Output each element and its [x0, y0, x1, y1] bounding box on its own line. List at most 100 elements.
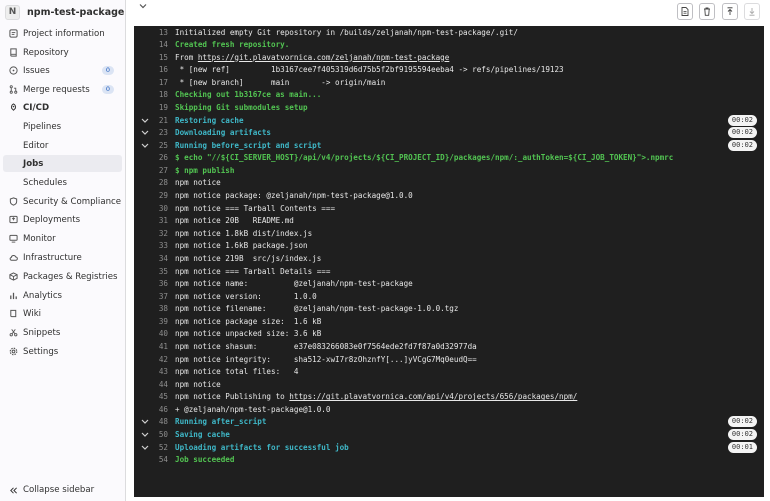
sidebar-item-jobs[interactable]: Jobs — [3, 155, 122, 172]
log-section-header[interactable]: 50 Saving cache 00:02 — [134, 429, 764, 442]
log-line-number[interactable]: 18 — [148, 89, 168, 102]
section-duration-badge: 00:02 — [727, 114, 757, 126]
log-link[interactable]: https://git.plavatvornica.com/api/v4/pro… — [289, 392, 577, 401]
sidebar-item-label: Security & Compliance — [23, 196, 122, 207]
sidebar-item-deployments[interactable]: Deployments — [3, 211, 122, 228]
log-section-header[interactable]: 52 Uploading artifacts for successful job… — [134, 441, 764, 455]
sidebar-item-pipelines[interactable]: Pipelines — [3, 118, 122, 135]
log-line-number[interactable]: 42 — [148, 354, 168, 367]
log-line-text: * [new branch] main -> origin/main — [175, 77, 386, 87]
chart-icon — [9, 291, 18, 300]
sidebar-item-monitor[interactable]: Monitor — [3, 230, 122, 247]
sidebar-item-infrastructure[interactable]: Infrastructure — [3, 249, 122, 266]
cloud-icon — [9, 253, 18, 262]
log-line-text: npm notice 20B README.md — [175, 216, 294, 226]
section-duration-badge: 00:02 — [727, 416, 757, 428]
erase-log-button[interactable] — [699, 3, 715, 20]
log-line: 40 npm notice unpacked size: 3.6 kB — [134, 328, 764, 341]
log-line-number[interactable]: 45 — [148, 391, 168, 404]
log-line: 54 Job succeeded — [134, 454, 764, 467]
log-line-number[interactable]: 48 — [148, 416, 168, 429]
section-duration-badge: 00:02 — [727, 139, 757, 151]
trash-icon — [704, 7, 710, 16]
sidebar-item-label: Snippets — [23, 327, 61, 338]
log-line-number[interactable]: 21 — [148, 115, 168, 128]
log-line-number[interactable]: 17 — [148, 77, 168, 90]
sidebar-item-snippets[interactable]: Snippets — [3, 324, 122, 341]
log-line-number[interactable]: 41 — [148, 341, 168, 354]
log-line: 33 npm notice 1.6kB package.json — [134, 240, 764, 253]
log-line-number[interactable]: 36 — [148, 278, 168, 291]
log-line: 39 npm notice package size: 1.6 kB — [134, 316, 764, 329]
section-duration-badge: 00:02 — [727, 429, 757, 441]
sidebar-item-merge-requests[interactable]: Merge requests 0 — [3, 81, 122, 98]
sidebar-item-label: Settings — [23, 346, 59, 357]
sidebar-item-label: Issues — [23, 65, 50, 76]
collapse-sidebar-button[interactable]: Collapse sidebar — [9, 485, 94, 495]
log-line-text: Initialized empty Git repository in /bui… — [175, 27, 518, 37]
chevron-down-icon[interactable] — [138, 1, 148, 11]
log-line-number[interactable]: 14 — [148, 39, 168, 52]
job-log: 13 Initialized empty Git repository in /b… — [134, 26, 764, 497]
log-line: 28 npm notice — [134, 177, 764, 190]
sidebar-item-security-compliance[interactable]: Security & Compliance — [3, 193, 122, 210]
log-line-number[interactable]: 29 — [148, 190, 168, 203]
sidebar-item-label: Infrastructure — [23, 252, 82, 263]
log-line-number[interactable]: 23 — [148, 127, 168, 140]
log-line-number[interactable]: 26 — [148, 152, 168, 165]
shield-icon — [9, 197, 18, 206]
log-line-number[interactable]: 40 — [148, 328, 168, 341]
log-line: 41 npm notice shasum: e37e083266083e0f756… — [134, 341, 764, 354]
log-line-number[interactable]: 27 — [148, 165, 168, 178]
log-line: 29 npm notice package: @zeljanah/npm-test… — [134, 190, 764, 203]
sidebar-item-analytics[interactable]: Analytics — [3, 287, 122, 304]
sidebar-item-editor[interactable]: Editor — [3, 137, 122, 154]
log-section-header[interactable]: 21 Restoring cache 00:02 — [134, 114, 764, 128]
log-line-number[interactable]: 33 — [148, 240, 168, 253]
sidebar-item-packages-registries[interactable]: Packages & Registries — [3, 268, 122, 285]
sidebar-item-ci-cd[interactable]: CI/CD — [3, 99, 122, 116]
log-line-number[interactable]: 34 — [148, 253, 168, 266]
log-line-number[interactable]: 16 — [148, 64, 168, 77]
log-line-text: $ npm publish — [175, 165, 235, 175]
log-line-number[interactable]: 54 — [148, 454, 168, 467]
sidebar-item-issues[interactable]: Issues 0 — [3, 62, 122, 79]
log-line-number[interactable]: 38 — [148, 303, 168, 316]
sidebar-item-project-information[interactable]: Project information — [3, 25, 122, 42]
scroll-to-bottom-button[interactable] — [744, 3, 760, 20]
log-line-number[interactable]: 43 — [148, 366, 168, 379]
log-line-number[interactable]: 31 — [148, 215, 168, 228]
sidebar-item-settings[interactable]: Settings — [3, 343, 122, 360]
sidebar-item-repository[interactable]: Repository — [3, 44, 122, 61]
log-line-text: Saving cache — [175, 430, 230, 440]
log-line-number[interactable]: 52 — [148, 442, 168, 455]
log-line: 32 npm notice 1.8kB dist/index.js — [134, 228, 764, 241]
log-line-text: npm notice version: 1.0.0 — [175, 291, 317, 301]
log-line: 26 $ echo "//${CI_SERVER_HOST}/api/v4/pro… — [134, 152, 764, 165]
log-line-number[interactable]: 37 — [148, 291, 168, 304]
log-line-number[interactable]: 13 — [148, 27, 168, 40]
log-section-header[interactable]: 48 Running after_script 00:02 — [134, 416, 764, 429]
log-text-prefix: From — [175, 52, 198, 62]
log-section-header[interactable]: 23 Downloading artifacts 00:02 — [134, 127, 764, 140]
sidebar-item-schedules[interactable]: Schedules — [3, 174, 122, 191]
log-line-number[interactable]: 46 — [148, 404, 168, 417]
log-line-number[interactable]: 28 — [148, 177, 168, 190]
log-section-header[interactable]: 25 Running before_script and script 00:02 — [134, 139, 764, 153]
log-line-number[interactable]: 30 — [148, 203, 168, 216]
scroll-to-top-button[interactable] — [722, 3, 738, 20]
log-line-number[interactable]: 35 — [148, 266, 168, 279]
project-header[interactable]: N npm-test-package — [5, 4, 124, 20]
log-line-text: + @zeljanah/npm-test-package@1.0.0 — [175, 404, 331, 414]
log-line-number[interactable]: 44 — [148, 379, 168, 392]
scroll-bottom-icon — [749, 8, 755, 16]
log-line-number[interactable]: 32 — [148, 228, 168, 241]
log-line-number[interactable]: 50 — [148, 429, 168, 442]
log-line-number[interactable]: 39 — [148, 316, 168, 329]
show-raw-log-button[interactable] — [677, 3, 693, 20]
sidebar-item-wiki[interactable]: Wiki — [3, 305, 122, 322]
log-line-number[interactable]: 15 — [148, 52, 168, 65]
log-line-number[interactable]: 19 — [148, 102, 168, 115]
log-link[interactable]: https://git.plavatvornica.com/zeljanah/n… — [198, 53, 449, 62]
log-line-number[interactable]: 25 — [148, 140, 168, 153]
